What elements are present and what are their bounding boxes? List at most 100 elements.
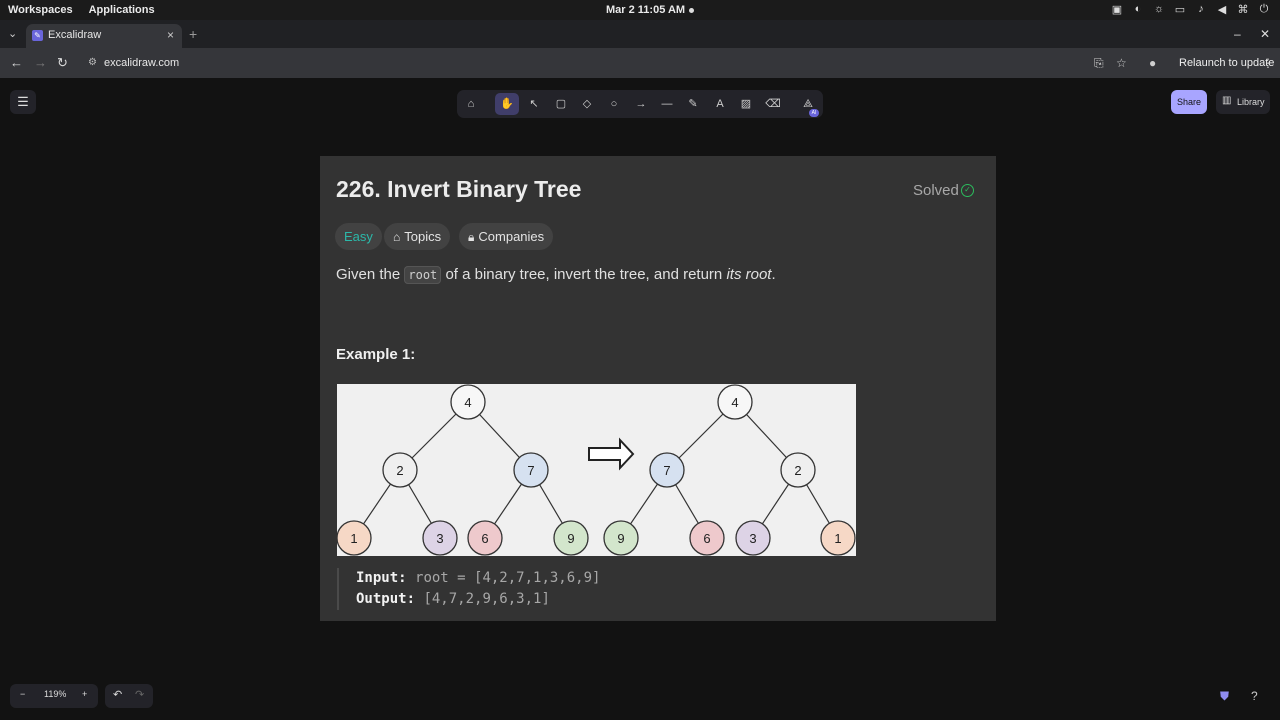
back-icon[interactable]: ←: [10, 55, 23, 70]
desc-part-2: of a binary tree, invert the tree, and r…: [441, 266, 727, 283]
output-label: Output:: [356, 591, 416, 607]
clock[interactable]: Mar 2 11:05 AM: [606, 4, 685, 16]
library-button[interactable]: ▥ Library: [1216, 90, 1270, 114]
text-tool-icon[interactable]: A: [708, 93, 732, 115]
output-value: [4,7,2,9,6,3,1]: [423, 591, 550, 607]
site-info-icon[interactable]: ⚙: [88, 57, 97, 68]
companies-label: Companies: [478, 229, 545, 244]
tree-node: 7: [513, 452, 549, 488]
workspaces-button[interactable]: Workspaces: [8, 4, 73, 16]
install-app-icon[interactable]: ⎘: [1094, 56, 1104, 71]
forward-icon[interactable]: →: [34, 55, 47, 70]
tree-node: 3: [422, 520, 458, 556]
tree-node-label: 3: [749, 531, 756, 546]
power-icon[interactable]: ⏻: [1258, 3, 1270, 16]
ellipse-tool-icon[interactable]: ○: [602, 93, 626, 115]
tree-node-label: 1: [834, 531, 841, 546]
problem-description: Given the root of a binary tree, invert …: [336, 266, 776, 284]
microphone-icon[interactable]: ♪: [1195, 3, 1207, 16]
browser-menu-icon[interactable]: ⋮: [1262, 56, 1274, 70]
network-icon[interactable]: ⌘: [1237, 3, 1249, 16]
desc-part-3: .: [771, 266, 776, 283]
screen-icon[interactable]: ▭: [1174, 3, 1186, 16]
excalidraw-favicon-icon: ✎: [32, 30, 43, 41]
tree-node: 1: [337, 520, 372, 556]
brightness-icon[interactable]: ☼: [1153, 3, 1165, 16]
tab-title: Excalidraw: [48, 29, 102, 41]
tree-node: 9: [603, 520, 639, 556]
tree-node: 4: [717, 384, 753, 420]
applications-menu[interactable]: Applications: [89, 4, 155, 16]
relaunch-button[interactable]: Relaunch to update: [1179, 57, 1274, 69]
tree-node: 9: [553, 520, 589, 556]
example-title: Example 1:: [336, 346, 416, 363]
new-tab-icon[interactable]: +: [189, 26, 197, 42]
line-tool-icon[interactable]: —: [655, 93, 679, 115]
excalidraw-canvas[interactable]: ☰ ⌂ ✋ ↖ ▢ ◇ ○ → — ✎ A ▨ ⌫ ⟁ AI Share ▥ L…: [0, 78, 1280, 720]
tab-search-icon[interactable]: ⌄: [8, 27, 17, 40]
main-menu-button[interactable]: ☰: [10, 90, 36, 114]
browser-toolbar: ← → ↻ ⚙ excalidraw.com ⎘ ☆ ● Relaunch to…: [0, 48, 1280, 78]
close-window-icon[interactable]: ✕: [1260, 27, 1270, 41]
arrow-tool-icon[interactable]: →: [629, 93, 653, 115]
lock-icon: 🔒︎: [468, 230, 475, 244]
tree-node: 4: [450, 384, 486, 420]
tab-excalidraw[interactable]: ✎ Excalidraw ×: [26, 24, 182, 48]
hand-tool-icon[interactable]: ✋: [495, 93, 519, 115]
topics-label: Topics: [404, 229, 442, 244]
circle-status-icon[interactable]: ◐: [1132, 3, 1144, 16]
system-top-bar: Workspaces Applications Mar 2 11:05 AM ▣…: [0, 0, 1280, 20]
zoom-in-icon[interactable]: +: [82, 689, 87, 699]
bookmark-star-icon[interactable]: ☆: [1116, 56, 1127, 70]
reload-icon[interactable]: ↻: [57, 55, 68, 71]
tree-node-label: 7: [527, 463, 534, 478]
zoom-level[interactable]: 119%: [44, 689, 66, 699]
tree-node-label: 3: [436, 531, 443, 546]
rectangle-tool-icon[interactable]: ▢: [549, 93, 573, 115]
difficulty-badge: Easy: [335, 223, 382, 250]
close-tab-icon[interactable]: ×: [167, 28, 174, 42]
lock-tool-icon[interactable]: ⌂: [459, 93, 483, 115]
shield-icon[interactable]: ⛊: [1220, 689, 1229, 704]
pasted-image-element[interactable]: 226. Invert Binary Tree Solved ✓ Easy ⌂ T…: [320, 156, 996, 621]
volume-icon[interactable]: ◀: [1216, 3, 1228, 16]
diamond-tool-icon[interactable]: ◇: [575, 93, 599, 115]
display-icon[interactable]: ▣: [1111, 3, 1123, 16]
redo-icon[interactable]: ↷: [135, 688, 144, 701]
undo-icon[interactable]: ↶: [113, 688, 122, 701]
zoom-out-icon[interactable]: −: [20, 689, 25, 699]
tree-node-label: 4: [731, 395, 738, 410]
profile-icon[interactable]: ●: [1149, 56, 1156, 70]
tree-node-label: 1: [350, 531, 357, 546]
eraser-tool-icon[interactable]: ⌫: [761, 93, 785, 115]
image-tool-icon[interactable]: ▨: [734, 93, 758, 115]
desc-emphasis: its root: [726, 266, 772, 283]
tree-node: 2: [780, 452, 816, 488]
draw-tool-icon[interactable]: ✎: [681, 93, 705, 115]
companies-tag: 🔒︎ Companies: [459, 223, 554, 250]
browser-tab-strip: ⌄ ✎ Excalidraw × + – ✕: [0, 20, 1280, 48]
address-bar[interactable]: excalidraw.com: [104, 57, 179, 69]
notification-dot: [689, 8, 694, 13]
hamburger-icon: ☰: [17, 94, 29, 109]
tree-node-label: 7: [663, 463, 670, 478]
tree-node-label: 9: [567, 531, 574, 546]
library-icon: ▥: [1222, 95, 1232, 106]
share-button[interactable]: Share: [1171, 90, 1207, 114]
tree-node-label: 2: [396, 463, 403, 478]
help-icon[interactable]: ?: [1251, 689, 1258, 703]
tree-diagram-image: 4 2 7 1 3 6 9 4 7 2 9 6 3 1: [337, 384, 856, 556]
tree-node-label: 4: [464, 395, 471, 410]
library-label: Library: [1237, 97, 1265, 107]
minimize-icon[interactable]: –: [1234, 27, 1241, 41]
tree-node-label: 6: [481, 531, 488, 546]
check-circle-icon: ✓: [961, 184, 974, 197]
history-controls: ↶ ↷: [105, 684, 153, 708]
ai-badge: AI: [809, 109, 819, 117]
input-value: root = [4,2,7,1,3,6,9]: [415, 570, 601, 586]
invert-arrow-icon: [588, 437, 635, 471]
tree-node: 6: [467, 520, 503, 556]
system-tray: ▣ ◐ ☼ ▭ ♪ ◀ ⌘ ⏻: [1111, 3, 1270, 16]
selection-tool-icon[interactable]: ↖: [522, 93, 546, 115]
topics-tag: ⌂ Topics: [384, 223, 451, 250]
